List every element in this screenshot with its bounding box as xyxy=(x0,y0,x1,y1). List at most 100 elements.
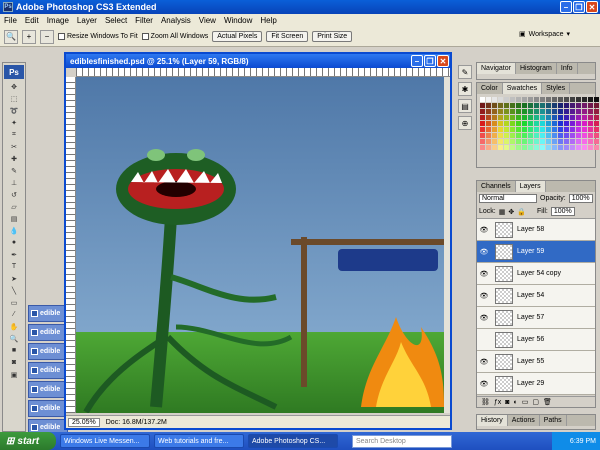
swatch[interactable] xyxy=(558,145,563,150)
swatch[interactable] xyxy=(510,121,515,126)
lasso-tool-icon[interactable]: ➰ xyxy=(5,105,23,116)
tab-info[interactable]: Info xyxy=(557,63,578,74)
healing-brush-icon[interactable]: ✚ xyxy=(5,153,23,164)
swatch[interactable] xyxy=(564,115,569,120)
layer-row[interactable]: 👁 Layer 54 copy xyxy=(477,263,595,285)
blend-mode-select[interactable]: Normal xyxy=(479,194,537,203)
zoom-all-checkbox[interactable]: Zoom All Windows xyxy=(141,33,208,40)
zoom-out-icon[interactable]: − xyxy=(40,29,54,44)
swatch[interactable] xyxy=(540,115,545,120)
swatch[interactable] xyxy=(570,145,575,150)
swatch[interactable] xyxy=(504,145,509,150)
tab-paths[interactable]: Paths xyxy=(540,415,567,426)
swatch[interactable] xyxy=(546,115,551,120)
swatch[interactable] xyxy=(516,127,521,132)
swatch[interactable] xyxy=(528,103,533,108)
print-size-button[interactable]: Print Size xyxy=(312,31,353,42)
swatch[interactable] xyxy=(594,145,599,150)
restore-button[interactable]: ❐ xyxy=(573,1,585,13)
clone-stamp-icon[interactable]: ⊥ xyxy=(5,177,23,188)
swatch[interactable] xyxy=(588,139,593,144)
zoom-tool-box-icon[interactable]: 🔍 xyxy=(5,333,23,344)
swatch[interactable] xyxy=(546,121,551,126)
swatch[interactable] xyxy=(528,133,533,138)
start-button[interactable]: ⊞ start xyxy=(0,432,56,450)
doc-minimize-button[interactable]: – xyxy=(411,55,423,67)
swatch[interactable] xyxy=(510,103,515,108)
swatch[interactable] xyxy=(552,133,557,138)
swatch[interactable] xyxy=(570,103,575,108)
swatch[interactable] xyxy=(558,139,563,144)
clone-source-icon[interactable]: ⊕ xyxy=(458,116,472,130)
swatch[interactable] xyxy=(534,115,539,120)
swatch[interactable] xyxy=(498,109,503,114)
swatch[interactable] xyxy=(576,115,581,120)
swatch[interactable] xyxy=(546,127,551,132)
swatch[interactable] xyxy=(564,133,569,138)
taskbar-item-messenger[interactable]: Windows Live Messen... xyxy=(60,434,150,448)
minimized-doc[interactable]: edible xyxy=(28,305,68,322)
swatch[interactable] xyxy=(570,133,575,138)
swatch[interactable] xyxy=(564,139,569,144)
swatch[interactable] xyxy=(558,127,563,132)
swatch[interactable] xyxy=(564,97,569,102)
swatch[interactable] xyxy=(540,97,545,102)
swatch[interactable] xyxy=(588,145,593,150)
swatch[interactable] xyxy=(570,127,575,132)
swatch[interactable] xyxy=(540,139,545,144)
swatch[interactable] xyxy=(522,121,527,126)
fill-field[interactable]: 100% xyxy=(550,207,575,216)
marquee-tool-icon[interactable]: ⬚ xyxy=(5,93,23,104)
swatch[interactable] xyxy=(576,133,581,138)
swatch[interactable] xyxy=(534,133,539,138)
swatch[interactable] xyxy=(582,121,587,126)
layer-row[interactable]: Layer 56 xyxy=(477,329,595,351)
swatch[interactable] xyxy=(528,121,533,126)
swatch[interactable] xyxy=(540,103,545,108)
eye-icon[interactable]: 👁 xyxy=(477,270,491,278)
swatch[interactable] xyxy=(486,139,491,144)
pen-tool-icon[interactable]: ✒ xyxy=(5,249,23,260)
swatch[interactable] xyxy=(480,97,485,102)
swatch[interactable] xyxy=(528,115,533,120)
notes-tool-icon[interactable]: ▭ xyxy=(5,297,23,308)
tab-layers[interactable]: Layers xyxy=(515,181,546,192)
swatch[interactable] xyxy=(486,133,491,138)
swatch[interactable] xyxy=(510,145,515,150)
swatch[interactable] xyxy=(576,97,581,102)
swatch[interactable] xyxy=(588,121,593,126)
swatch[interactable] xyxy=(534,103,539,108)
swatch[interactable] xyxy=(522,109,527,114)
swatch[interactable] xyxy=(504,127,509,132)
swatch[interactable] xyxy=(570,109,575,114)
swatch[interactable] xyxy=(504,109,509,114)
swatch[interactable] xyxy=(510,115,515,120)
tab-history[interactable]: History xyxy=(477,415,508,426)
actual-pixels-button[interactable]: Actual Pixels xyxy=(212,31,263,42)
swatch[interactable] xyxy=(576,127,581,132)
swatch[interactable] xyxy=(522,103,527,108)
swatch[interactable] xyxy=(564,109,569,114)
tab-styles[interactable]: Styles xyxy=(542,83,571,94)
swatch[interactable] xyxy=(570,115,575,120)
swatch[interactable] xyxy=(516,109,521,114)
opacity-field[interactable]: 100% xyxy=(568,194,593,203)
swatch[interactable] xyxy=(540,121,545,126)
swatch[interactable] xyxy=(492,109,497,114)
swatch[interactable] xyxy=(570,97,575,102)
document-title-bar[interactable]: ediblesfinished.psd @ 25.1% (Layer 59, R… xyxy=(66,54,450,68)
swatch[interactable] xyxy=(516,121,521,126)
swatch[interactable] xyxy=(546,145,551,150)
swatch[interactable] xyxy=(588,133,593,138)
layer-row[interactable]: 👁 Layer 59 xyxy=(477,241,595,263)
path-select-icon[interactable]: ➤ xyxy=(5,273,23,284)
minimize-button[interactable]: – xyxy=(560,1,572,13)
swatch[interactable] xyxy=(558,97,563,102)
eye-icon[interactable]: 👁 xyxy=(477,226,491,234)
zoom-tool-icon[interactable]: 🔍 xyxy=(4,29,18,44)
swatch[interactable] xyxy=(486,121,491,126)
layer-comps-icon[interactable]: ▤ xyxy=(458,99,472,113)
taskbar-item-browser[interactable]: Web tutorials and fre... xyxy=(154,434,244,448)
swatch[interactable] xyxy=(522,115,527,120)
lock-pixels-icon[interactable]: ▦ xyxy=(499,208,506,216)
